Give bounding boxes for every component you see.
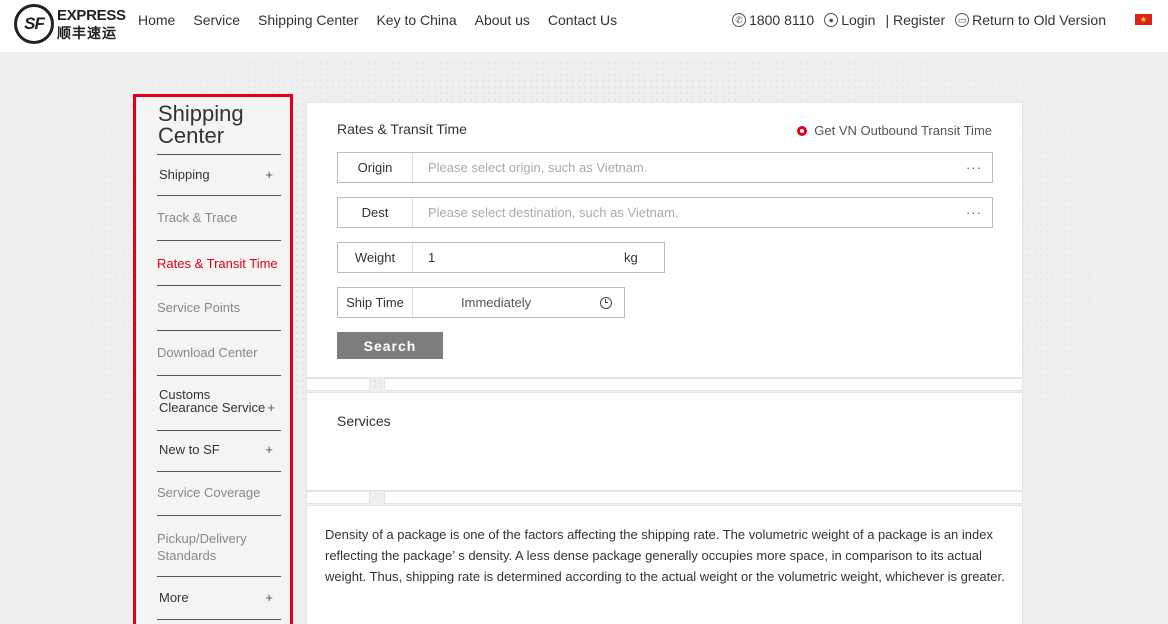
- dest-label: Dest: [338, 198, 413, 227]
- dest-input[interactable]: Please select destination, such as Vietn…: [413, 205, 956, 220]
- ship-time-input[interactable]: Immediately: [413, 295, 600, 310]
- shipping-center-sidebar: Shipping Center Shipping + Track & Trace…: [133, 94, 293, 624]
- density-info-panel: Density of a package is one of the facto…: [306, 505, 1023, 624]
- origin-input[interactable]: Please select origin, such as Vietnam.: [413, 160, 956, 175]
- sidebar-item-rates-transit-time[interactable]: Rates & Transit Time: [157, 256, 281, 286]
- weight-unit: kg: [624, 250, 638, 265]
- sidebar-item-more[interactable]: More +: [157, 590, 281, 620]
- main-nav: Home Service Shipping Center Key to Chin…: [138, 12, 635, 28]
- nav-key-to-china[interactable]: Key to China: [376, 12, 456, 28]
- density-description: Density of a package is one of the facto…: [325, 527, 1005, 584]
- nav-contact-us[interactable]: Contact Us: [548, 12, 617, 28]
- phone-link[interactable]: ✆ 1800 8110: [732, 12, 814, 28]
- vn-outbound-label: Get VN Outbound Transit Time: [814, 123, 992, 138]
- logo-wordmark: EXPRESS 顺丰速运: [57, 8, 126, 40]
- weight-field[interactable]: Weight 1 kg: [337, 242, 665, 273]
- origin-more-icon[interactable]: ···: [956, 160, 992, 175]
- sf-express-logo[interactable]: SF EXPRESS 顺丰速运: [14, 4, 126, 44]
- login-label: Login: [841, 12, 876, 28]
- clock-icon[interactable]: [600, 296, 612, 309]
- panel-tab-stub: [384, 378, 1023, 391]
- nav-about-us[interactable]: About us: [475, 12, 530, 28]
- sidebar-item-label: More: [159, 590, 189, 605]
- top-header: SF EXPRESS 顺丰速运 Home Service Shipping Ce…: [0, 0, 1168, 52]
- sidebar-item-shipping[interactable]: Shipping +: [157, 167, 281, 196]
- sidebar-item-label-line2: Standards: [157, 548, 217, 563]
- services-title: Services: [337, 413, 391, 429]
- dest-field[interactable]: Dest Please select destination, such as …: [337, 197, 993, 228]
- expand-plus-icon: +: [267, 400, 275, 415]
- search-button[interactable]: Search: [337, 332, 443, 359]
- sidebar-title-line1: Shipping: [158, 101, 244, 126]
- sidebar-item-label: Track & Trace: [157, 210, 238, 225]
- location-pin-icon: [797, 125, 808, 136]
- sidebar-title-divider: [157, 154, 281, 155]
- panel-tab-stub: [384, 491, 1023, 504]
- ship-time-label: Ship Time: [338, 288, 413, 317]
- old-version-link[interactable]: ▭ Return to Old Version: [955, 12, 1106, 28]
- login-link[interactable]: ● Login: [824, 12, 875, 28]
- sidebar-item-download-center[interactable]: Download Center: [157, 345, 281, 376]
- sidebar-item-customs-clearance[interactable]: Customs Clearance Service +: [157, 388, 281, 431]
- phone-icon: ✆: [732, 13, 747, 27]
- sidebar-item-label: New to SF: [159, 442, 220, 457]
- nav-shipping-center[interactable]: Shipping Center: [258, 12, 358, 28]
- sidebar-item-label: Shipping: [159, 167, 210, 182]
- sidebar-item-pickup-delivery[interactable]: Pickup/Delivery Standards: [157, 530, 281, 577]
- origin-field[interactable]: Origin Please select origin, such as Vie…: [337, 152, 993, 183]
- user-icon: ●: [824, 13, 839, 27]
- header-utilities: ✆ 1800 8110 ● Login | Register ▭ Return …: [732, 12, 1116, 28]
- sidebar-item-service-points[interactable]: Service Points: [157, 300, 281, 331]
- old-version-label: Return to Old Version: [972, 12, 1106, 28]
- sidebar-item-label: Download Center: [157, 345, 258, 360]
- panel-tab-stub: [306, 378, 370, 391]
- logo-mark: SF: [14, 4, 54, 44]
- sidebar-item-label-line1: Pickup/Delivery: [157, 531, 247, 546]
- sidebar-item-label: Service Coverage: [157, 485, 261, 500]
- vietnam-flag-icon[interactable]: ★: [1135, 14, 1152, 25]
- dest-more-icon[interactable]: ···: [956, 205, 992, 220]
- services-panel: Services: [306, 392, 1023, 491]
- weight-label: Weight: [338, 243, 413, 272]
- weight-input[interactable]: 1: [413, 250, 624, 265]
- sidebar-title: Shipping Center: [158, 103, 244, 147]
- sidebar-item-label: Service Points: [157, 300, 241, 315]
- sidebar-item-new-to-sf[interactable]: New to SF +: [157, 442, 281, 472]
- rates-transit-panel: Rates & Transit Time Get VN Outbound Tra…: [306, 102, 1023, 378]
- sidebar-item-track-trace[interactable]: Track & Trace: [157, 210, 281, 241]
- nav-home[interactable]: Home: [138, 12, 175, 28]
- nav-service[interactable]: Service: [193, 12, 240, 28]
- monitor-icon: ▭: [955, 13, 970, 27]
- sidebar-title-line2: Center: [158, 123, 225, 148]
- sidebar-item-label-line2: Clearance Service: [159, 400, 266, 415]
- vn-outbound-transit-link[interactable]: Get VN Outbound Transit Time: [797, 123, 992, 138]
- ship-time-field[interactable]: Ship Time Immediately: [337, 287, 625, 318]
- origin-label: Origin: [338, 153, 413, 182]
- expand-plus-icon: +: [265, 590, 273, 605]
- phone-number: 1800 8110: [749, 12, 815, 28]
- logo-cn-text: 顺丰速运: [57, 25, 117, 41]
- expand-plus-icon: +: [265, 442, 273, 457]
- register-link[interactable]: | Register: [885, 12, 945, 28]
- sidebar-item-service-coverage[interactable]: Service Coverage: [157, 485, 281, 516]
- panel-tab-stub: [306, 491, 370, 504]
- sidebar-item-label: Rates & Transit Time: [157, 256, 278, 271]
- rates-panel-title: Rates & Transit Time: [337, 121, 467, 137]
- expand-plus-icon: +: [265, 167, 273, 182]
- logo-en-text: EXPRESS: [57, 7, 126, 24]
